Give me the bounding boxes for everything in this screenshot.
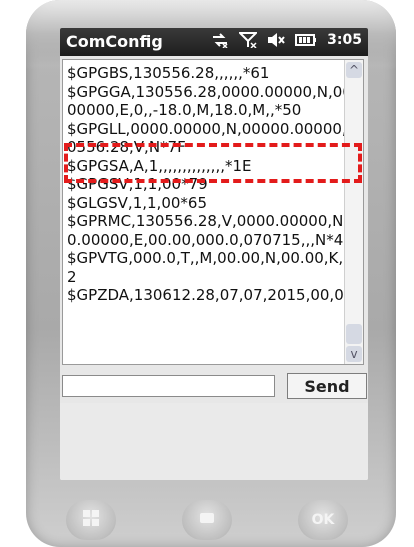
device-screen: ComConfig 3:05 $GPGBS,130556.28,,,,,,*61… bbox=[60, 28, 368, 480]
scroll-down-button[interactable]: v bbox=[346, 346, 362, 362]
nmea-log-textbox[interactable]: $GPGBS,130556.28,,,,,,*61 $GPGGA,130556.… bbox=[62, 59, 364, 365]
battery-icon bbox=[295, 33, 317, 47]
start-hardware-button[interactable] bbox=[66, 500, 116, 540]
log-line: $GLGSV,1,1,00*65 bbox=[67, 193, 207, 212]
volume-off-icon bbox=[267, 32, 285, 48]
chevron-down-icon: v bbox=[350, 347, 358, 361]
windows-icon bbox=[82, 509, 100, 531]
log-line: $GPGBS,130556.28,,,,,,*61 bbox=[67, 64, 270, 82]
log-line: 0556.28,V,N*7F bbox=[67, 138, 186, 156]
log-scrollbar[interactable]: ^ v bbox=[344, 60, 363, 364]
command-input[interactable] bbox=[62, 375, 275, 397]
nmea-log-lines: $GPGBS,130556.28,,,,,,*61 $GPGGA,130556.… bbox=[67, 64, 364, 305]
log-line: 2 bbox=[67, 267, 77, 286]
chevron-up-icon: ^ bbox=[348, 63, 360, 77]
log-line: $GPVTG,000.0,T,,M,00.00,N,00.00,K,N*0 bbox=[67, 249, 364, 267]
signal-off-icon bbox=[239, 32, 258, 48]
home-hardware-button[interactable] bbox=[182, 500, 232, 540]
send-button[interactable]: Send bbox=[287, 373, 367, 399]
status-time: 3:05 bbox=[327, 32, 362, 48]
log-line: $GPRMC,130556.28,V,0000.00000,N,0000 bbox=[67, 212, 364, 230]
send-row: Send bbox=[60, 373, 368, 401]
empty-area bbox=[60, 403, 368, 480]
hardware-buttons: OK bbox=[0, 500, 414, 547]
log-line: 0.00000,E,00.00,000.0,070715,,,N*4C bbox=[67, 230, 354, 249]
data-sync-icon bbox=[211, 32, 229, 48]
app-title: ComConfig bbox=[66, 32, 163, 51]
log-line: $GPGGA,130556.28,0000.00000,N,00000. bbox=[67, 82, 364, 101]
scroll-thumb[interactable] bbox=[346, 324, 362, 344]
log-line: $GPGLL,0000.00000,N,00000.00000,E,13 bbox=[67, 119, 364, 138]
ok-label: OK bbox=[311, 512, 335, 528]
home-icon bbox=[198, 509, 216, 531]
log-line: $GPGSV,1,1,00*79 bbox=[67, 175, 208, 193]
log-line: $GPZDA,130612.28,07,07,2015,00,00*6D bbox=[67, 286, 364, 304]
ok-hardware-button[interactable]: OK bbox=[298, 500, 348, 540]
log-line: $GPGSA,A,1,,,,,,,,,,,,,,*1E bbox=[67, 156, 252, 175]
status-icons: 3:05 bbox=[211, 32, 362, 48]
status-bar: ComConfig 3:05 bbox=[60, 28, 368, 56]
log-line: 00000,E,0,,-18.0,M,18.0,M,,*50 bbox=[67, 101, 302, 119]
scroll-up-button[interactable]: ^ bbox=[346, 62, 362, 78]
